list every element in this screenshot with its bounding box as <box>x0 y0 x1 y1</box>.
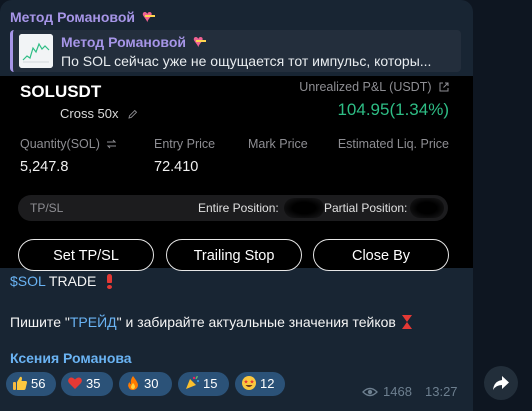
fire-icon <box>128 376 138 390</box>
entire-position-label: Entire Position: <box>198 201 279 215</box>
reaction-thumbs-up[interactable]: 56 <box>6 372 56 396</box>
view-count: 1468 <box>362 384 412 399</box>
heart-gift-icon <box>193 32 209 50</box>
position-symbol: SOLUSDT <box>20 82 102 101</box>
party-popper-icon <box>186 375 199 389</box>
pnl-value: 104.95(1.34%) <box>337 100 449 119</box>
red-heart-icon <box>68 377 82 389</box>
cashtag-link[interactable]: $SOL <box>10 273 45 289</box>
liq-price-label: Estimated Liq. Price <box>337 137 449 151</box>
entry-price-label: Entry Price <box>154 137 216 151</box>
reaction-red-heart[interactable]: 35 <box>61 372 113 396</box>
tpsl-label: TP/SL <box>30 201 64 215</box>
reply-title: Метод Романовой <box>61 32 209 50</box>
thumbs-up-icon <box>13 376 28 390</box>
edit-pencil-icon <box>128 109 138 119</box>
message-line-2: Пишите "ТРЕЙД" и забирайте актуальные зн… <box>10 314 412 330</box>
author-signature: Ксения Романова <box>10 350 132 366</box>
close-by-button[interactable]: Close By <box>313 239 449 271</box>
reaction-party-popper[interactable]: 15 <box>178 372 229 396</box>
reply-text: По SOL сейчас уже не ощущается тот импул… <box>61 53 432 69</box>
reaction-fire[interactable]: 30 <box>119 372 172 396</box>
blurred-value <box>410 198 444 218</box>
trailing-stop-button[interactable]: Trailing Stop <box>166 239 302 271</box>
eye-icon <box>362 387 378 397</box>
blurred-value <box>284 198 324 218</box>
message-bubble: Метод Романовой Метод Романовой По SOL с… <box>0 0 473 411</box>
swap-icon <box>107 139 117 149</box>
channel-name[interactable]: Метод Романовой <box>10 7 158 25</box>
quantity-value: 5,247.8 <box>20 159 69 175</box>
share-external-icon <box>439 82 449 92</box>
quantity-label: Quantity(SOL) <box>20 137 117 151</box>
chart-thumbnail-icon <box>19 34 53 68</box>
heart-gift-icon <box>142 7 158 25</box>
starstruck-icon <box>242 376 256 390</box>
partial-position-label: Partial Position: <box>324 201 408 215</box>
message-time: 13:27 <box>425 384 458 399</box>
message-line-1: $SOL TRADE <box>10 273 114 289</box>
position-type: Cross 50x <box>60 106 138 121</box>
mark-price-label: Mark Price <box>248 137 308 151</box>
exclamation-icon <box>104 274 114 289</box>
entry-price-value: 72.410 <box>154 159 199 175</box>
reaction-starstruck[interactable]: 12 <box>235 372 285 396</box>
forward-button[interactable] <box>484 366 518 400</box>
position-card: SOLUSDT Cross 50x Unrealized P&L (USDT) … <box>0 76 473 271</box>
tpsl-bar: TP/SL Entire Position: Partial Position: <box>18 195 448 221</box>
hourglass-icon <box>401 315 412 329</box>
set-tpsl-button[interactable]: Set TP/SL <box>18 239 154 271</box>
pnl-label: Unrealized P&L (USDT) <box>299 80 449 94</box>
reply-preview[interactable]: Метод Романовой По SOL сейчас уже не ощу… <box>10 30 461 72</box>
keyword-link[interactable]: ТРЕЙД <box>70 314 117 330</box>
forward-arrow-icon <box>493 376 509 390</box>
reply-thumbnail <box>19 34 53 68</box>
